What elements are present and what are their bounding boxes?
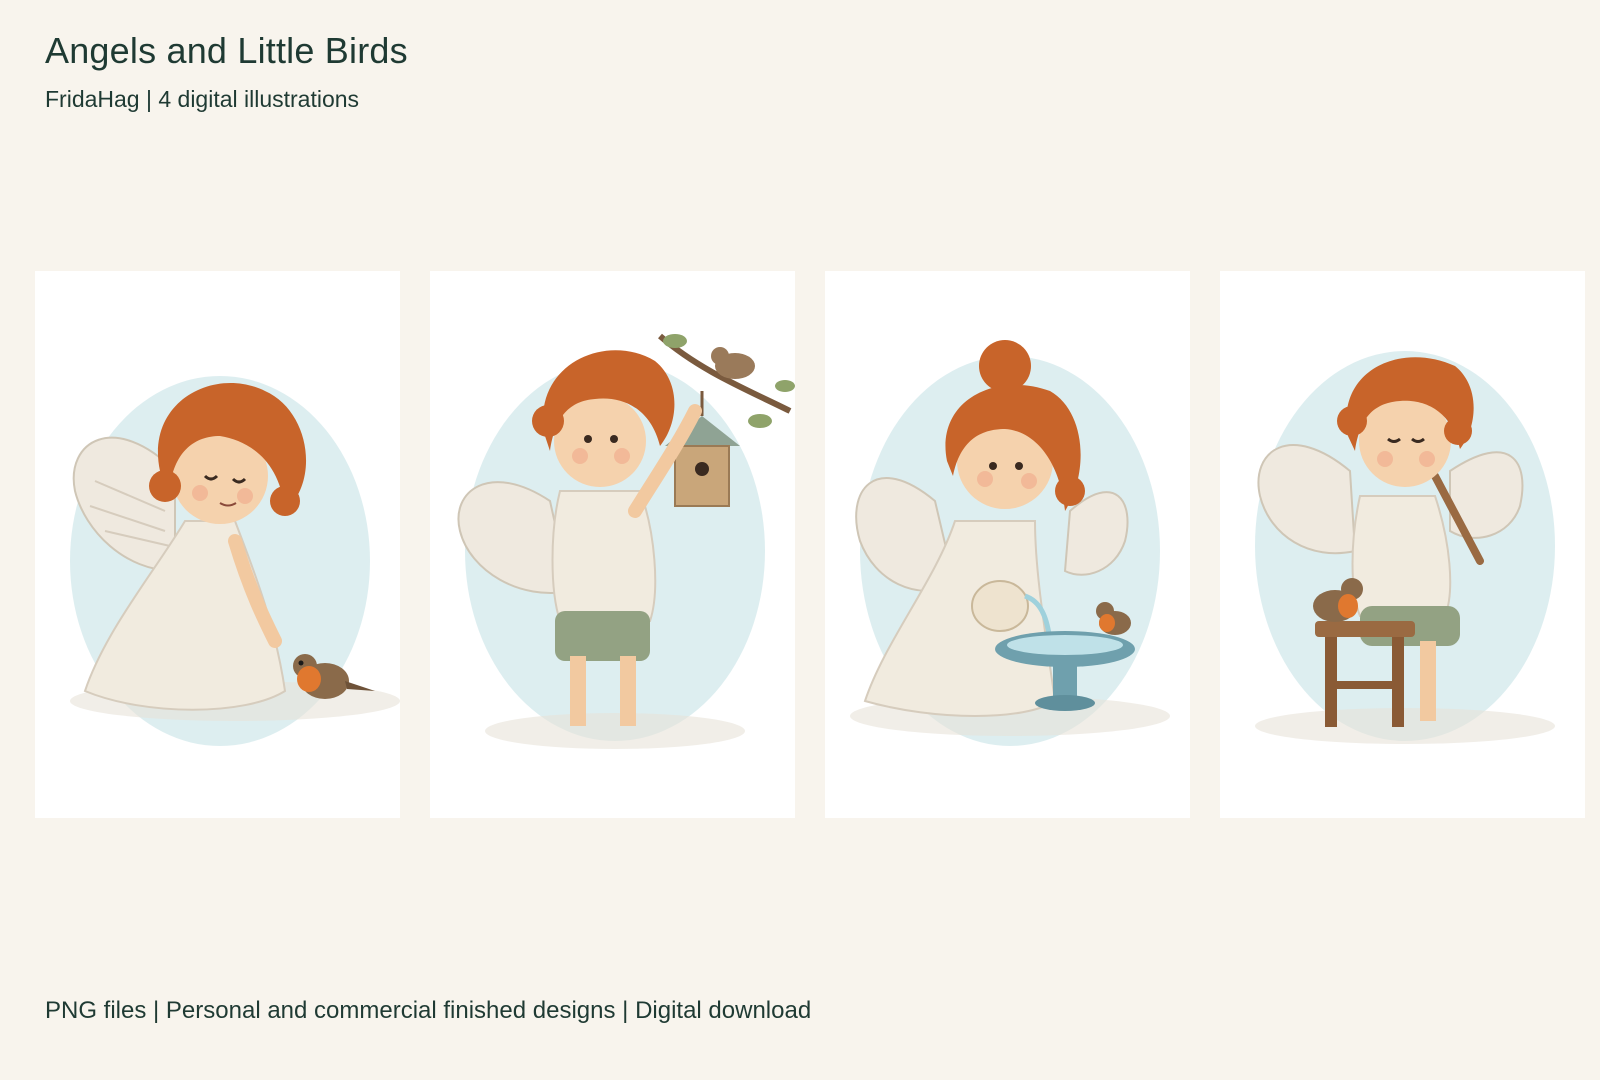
angel-flute-illustration <box>1255 351 1555 744</box>
angel-feeding-robin-illustration <box>70 376 400 746</box>
illustration-card-1[interactable] <box>35 271 400 818</box>
illustration-gallery <box>0 0 1600 1080</box>
illustration-card-4[interactable] <box>1220 271 1585 818</box>
footer-info: PNG files | Personal and commercial fini… <box>45 997 812 1024</box>
illustration-card-2[interactable] <box>430 271 795 818</box>
illustration-card-3[interactable] <box>825 271 1190 818</box>
angel-birdhouse-illustration <box>457 333 795 749</box>
angel-birdbath-illustration <box>850 340 1170 746</box>
